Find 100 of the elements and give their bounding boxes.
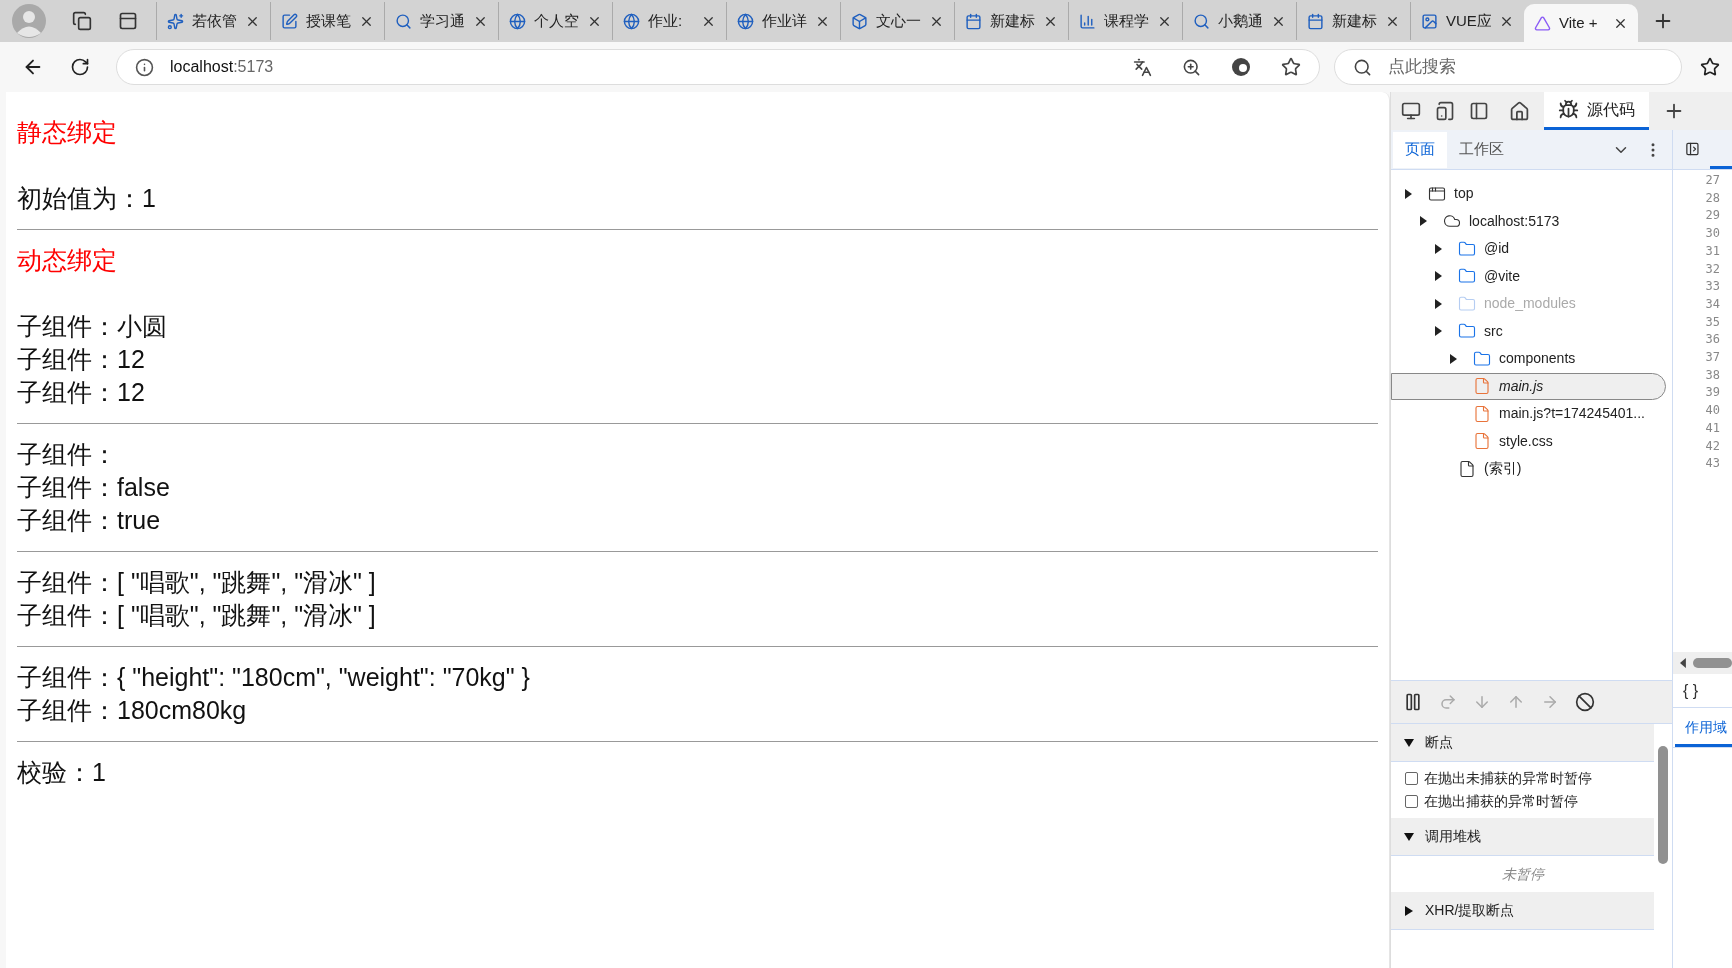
checkbox[interactable] [1405, 795, 1418, 808]
cube-icon [851, 12, 868, 30]
tree-item[interactable]: @vite [1391, 262, 1666, 290]
tree-item[interactable]: components [1391, 345, 1666, 373]
checkbox-option[interactable]: 在抛出捕获的异常时暂停 [1391, 790, 1654, 813]
line-number: 31 [1705, 242, 1720, 260]
output-line: 子组件：{ "height": "180cm", "weight": "70kg" } [17, 662, 531, 693]
expand-arrow-icon [1403, 904, 1415, 917]
line-number: 40 [1705, 402, 1720, 420]
navigator-tab[interactable]: 工作区 [1447, 131, 1516, 168]
calendar-icon [965, 12, 982, 30]
section-header[interactable]: XHR/提取断点 [1391, 892, 1654, 930]
output-line: 子组件：true [17, 505, 162, 536]
output-line: 初始值为：1 [17, 183, 157, 214]
line-number: 41 [1705, 419, 1720, 437]
file-icon [1473, 377, 1491, 396]
translate-icon[interactable] [1133, 57, 1152, 77]
browser-tab[interactable]: Vite + [1524, 4, 1638, 42]
dock-icon[interactable] [1469, 101, 1489, 121]
output-line: 子组件：[ "唱歌", "跳舞", "滑冰" ] [17, 600, 377, 631]
line-number: 28 [1705, 189, 1720, 207]
navigator-tab[interactable]: 页面 [1393, 131, 1447, 168]
output-line: 子组件：12 [17, 344, 146, 375]
expand-arrow-icon[interactable] [1434, 242, 1443, 255]
favorites-icon[interactable] [1700, 57, 1720, 77]
device-icon[interactable] [1435, 101, 1455, 121]
browser-tab[interactable]: 小鹅通 [1182, 2, 1296, 40]
expand-arrow-icon[interactable] [1434, 270, 1443, 283]
inspect-icon[interactable] [1401, 101, 1421, 121]
browser-tab[interactable]: 个人空 [498, 2, 612, 40]
deactivate-breakpoints-icon[interactable] [1575, 692, 1595, 712]
checkbox-option[interactable]: 在抛出未捕获的异常时暂停 [1391, 767, 1654, 790]
output-line: 校验：1 [17, 757, 107, 788]
tree-item[interactable]: top [1391, 180, 1666, 208]
expand-arrow-icon[interactable] [1434, 297, 1443, 310]
section-header[interactable]: 断点 [1391, 724, 1654, 762]
search-input[interactable]: 点此搜索 [1388, 54, 1648, 80]
tree-item[interactable]: @id [1391, 235, 1666, 263]
output-line: 子组件：180cm80kg [17, 695, 248, 726]
triangle-icon [1534, 14, 1551, 32]
expand-arrow-icon [1403, 830, 1415, 843]
pen-icon [281, 12, 298, 30]
reload-icon[interactable] [70, 57, 90, 77]
tree-item[interactable]: main.js?t=174245401... [1391, 400, 1666, 428]
line-number: 43 [1705, 455, 1720, 473]
scrollbar-thumb[interactable] [1658, 746, 1668, 864]
scrollbar-thumb[interactable] [1692, 658, 1732, 668]
bug-icon [1558, 99, 1579, 120]
line-number: 29 [1705, 207, 1720, 225]
browser-tab[interactable]: 作业: [612, 2, 726, 40]
browser-tab[interactable]: 授课笔 [270, 2, 384, 40]
address-bar[interactable]: localhost:5173 [116, 49, 1320, 85]
format-button[interactable]: { } [1683, 678, 1699, 703]
pause-icon[interactable] [1403, 692, 1423, 712]
workspaces-icon[interactable] [72, 11, 92, 31]
line-number: 36 [1705, 331, 1720, 349]
section-header[interactable]: 调用堆栈 [1391, 818, 1654, 856]
tree-item[interactable]: localhost:5173 [1391, 207, 1666, 235]
browser-tab[interactable]: 文心一 [840, 2, 954, 40]
folder-icon [1458, 322, 1476, 341]
scope-tab[interactable]: 作用域 [1675, 717, 1732, 747]
output-line: 子组件： [17, 439, 118, 470]
tree-item[interactable]: src [1391, 317, 1666, 345]
tree-item[interactable]: (索引) [1391, 455, 1666, 483]
line-number: 39 [1705, 384, 1720, 402]
output-line: 子组件：小圆 [17, 311, 168, 342]
home-icon[interactable] [1509, 100, 1530, 122]
line-number: 38 [1705, 366, 1720, 384]
browser-tab[interactable]: 若依管 [156, 2, 270, 40]
browser-tab[interactable]: 作业详 [726, 2, 840, 40]
file-icon [1473, 432, 1491, 451]
expand-arrow-icon[interactable] [1419, 215, 1428, 228]
search-icon [1193, 12, 1210, 30]
expand-arrow-icon[interactable] [1449, 352, 1458, 365]
search-field[interactable]: 点此搜索 [1334, 49, 1682, 85]
tree-item[interactable]: main.js [1391, 372, 1666, 400]
editor-tab[interactable] [1709, 166, 1732, 169]
scroll-left-icon[interactable] [1679, 657, 1687, 669]
chart-icon [1079, 12, 1096, 30]
browser-tab[interactable]: 学习通 [384, 2, 498, 40]
browser-tab[interactable]: 新建标 [954, 2, 1068, 40]
zoom-icon[interactable] [1182, 57, 1201, 77]
browser-tab[interactable]: 新建标 [1296, 2, 1410, 40]
globe-icon [737, 12, 754, 30]
window-icon [1428, 184, 1446, 203]
sources-tab[interactable]: 源代码 [1544, 92, 1649, 130]
folder-icon [1458, 239, 1476, 258]
info-icon[interactable] [135, 57, 154, 77]
checkbox[interactable] [1405, 772, 1418, 785]
tree-item[interactable]: style.css [1391, 427, 1666, 455]
folder-icon [1473, 349, 1491, 368]
line-number: 34 [1705, 295, 1720, 313]
expand-arrow-icon [1403, 736, 1415, 749]
favorite-icon[interactable] [1281, 57, 1301, 77]
line-number: 35 [1705, 313, 1720, 331]
expand-arrow-icon[interactable] [1404, 187, 1413, 200]
tab-actions-icon[interactable] [118, 11, 138, 31]
expand-arrow-icon[interactable] [1434, 325, 1443, 338]
search-icon [395, 12, 412, 30]
browser-tab[interactable]: 课程学 [1068, 2, 1182, 40]
